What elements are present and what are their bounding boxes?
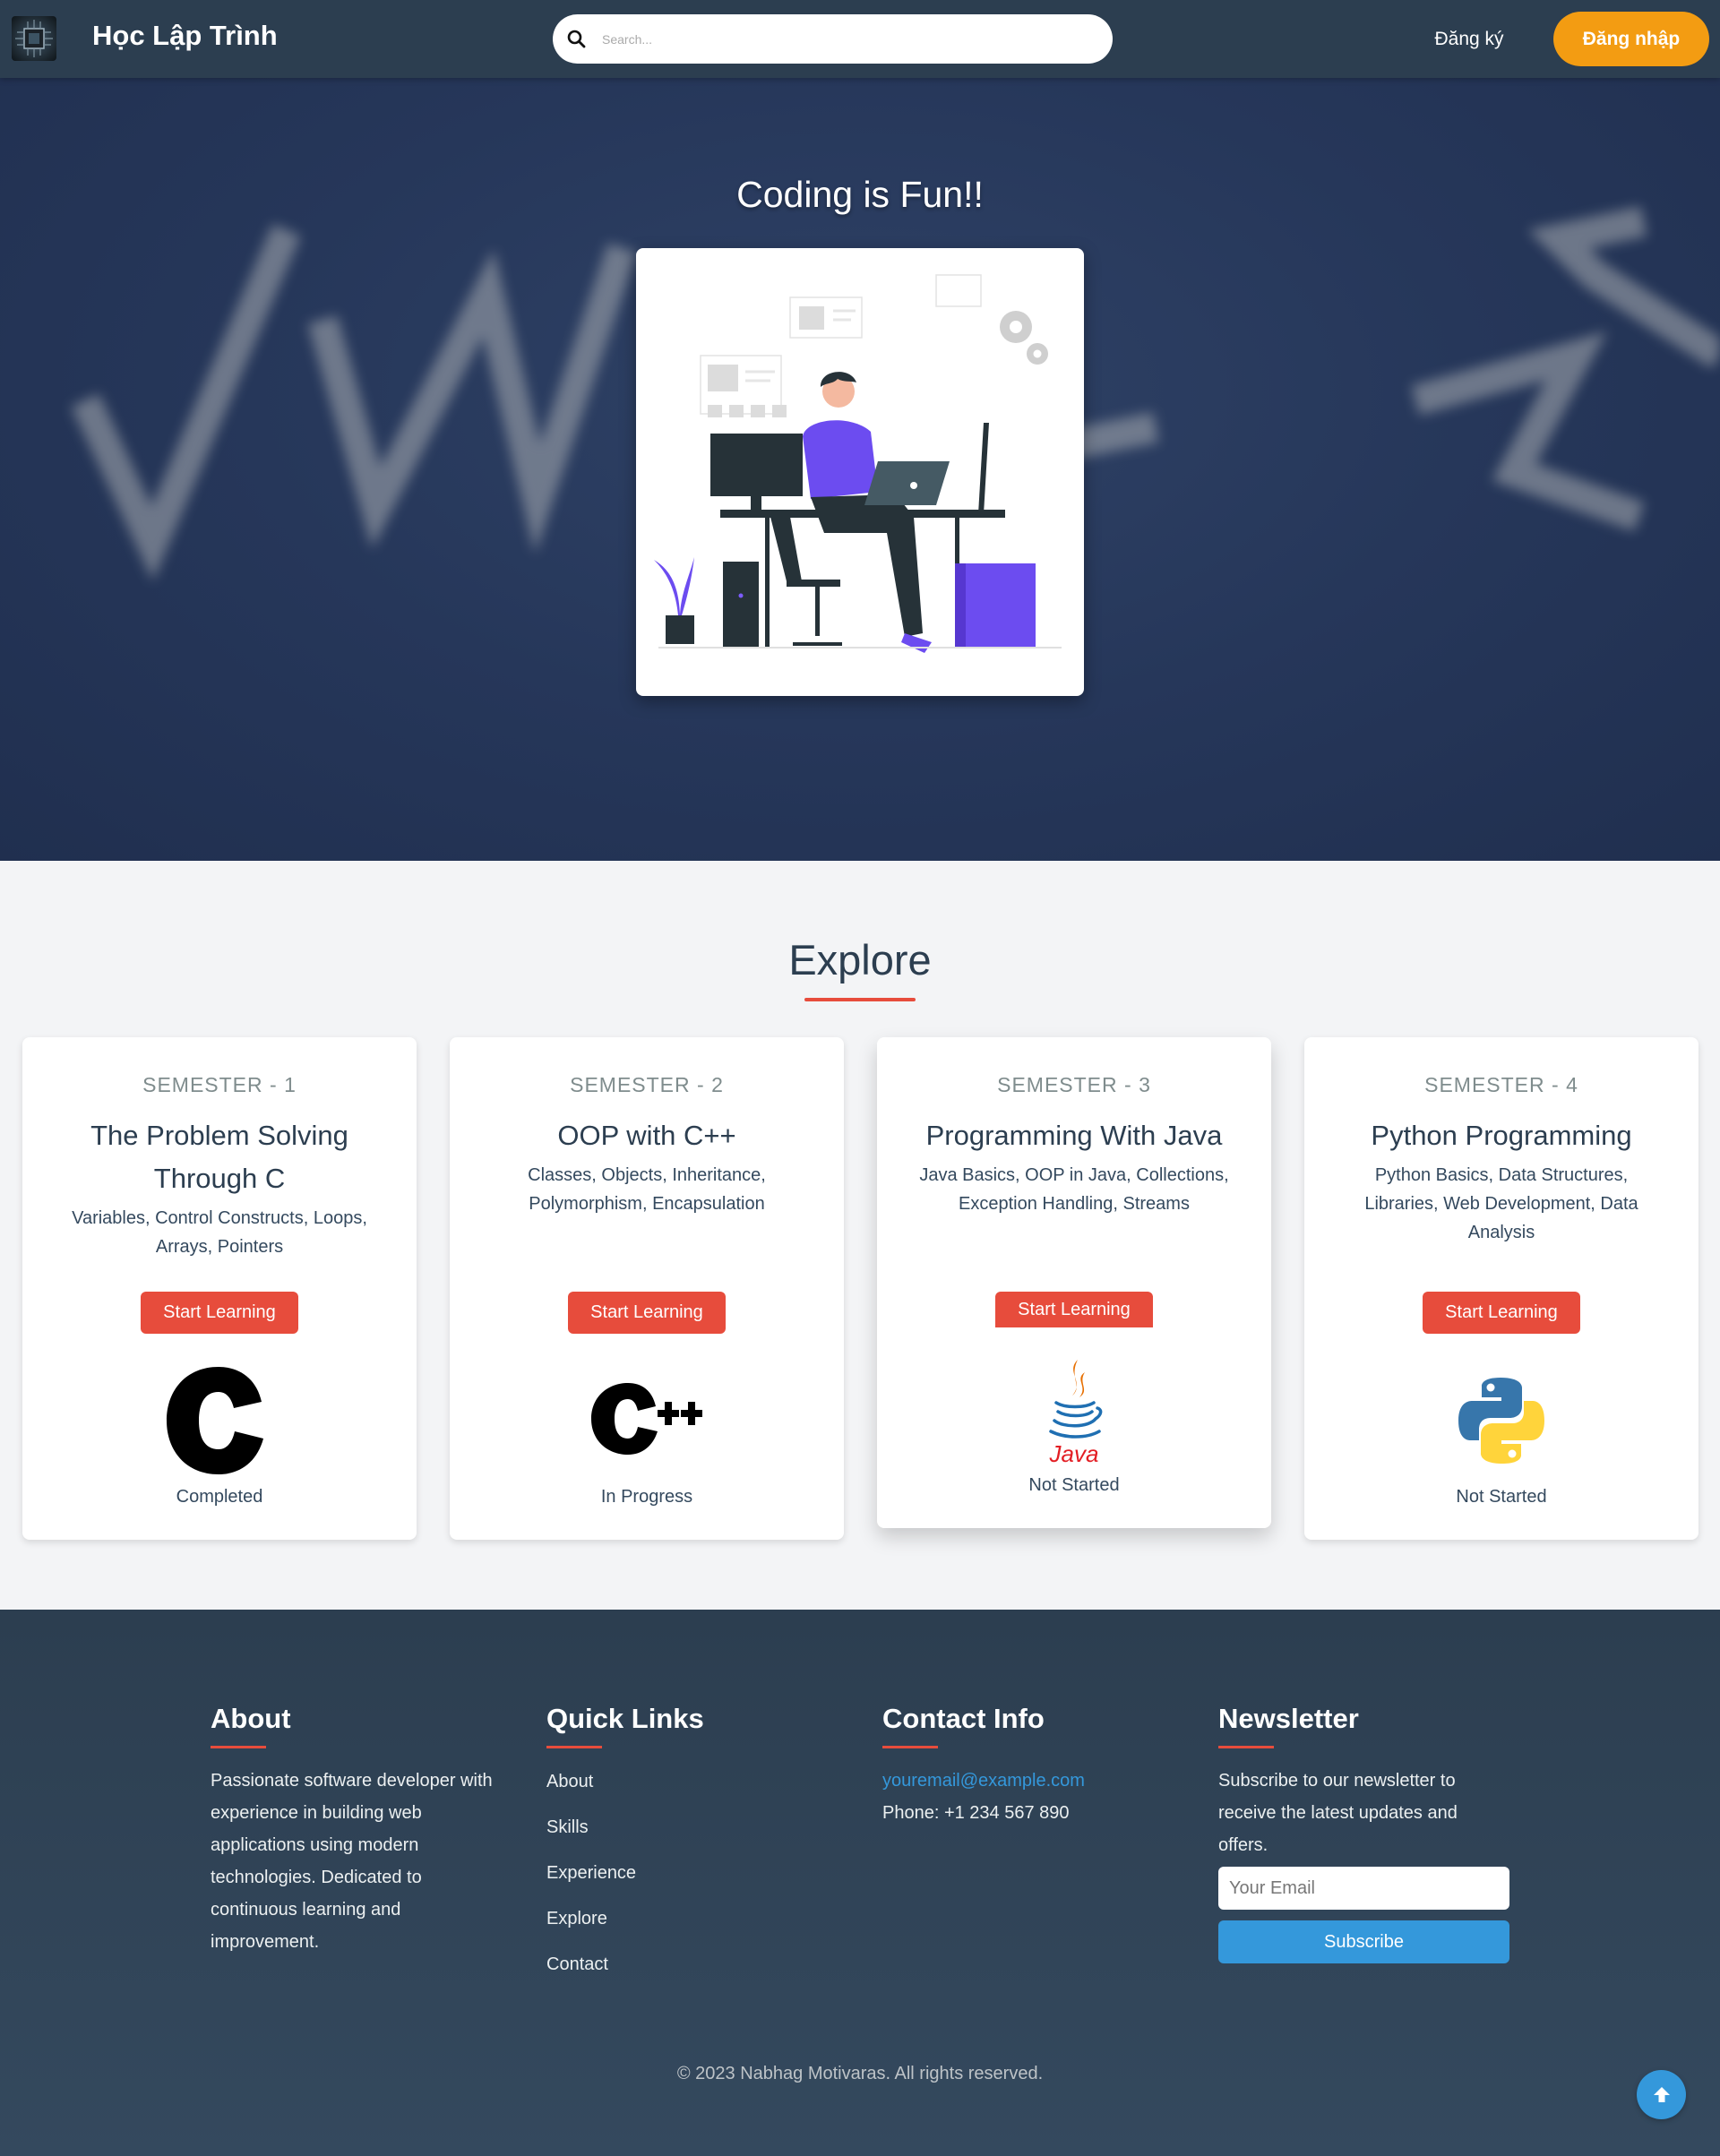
card-description: Java Basics, OOP in Java, Collections, E…: [919, 1165, 1229, 1214]
card-semester: SEMESTER - 1: [142, 1073, 297, 1096]
footer-about-text: Passionate software developer with exper…: [211, 1771, 493, 1952]
card-title: The Problem Solving Through C: [90, 1120, 348, 1194]
register-button[interactable]: Đăng ký: [1424, 23, 1514, 56]
card-description: Classes, Objects, Inheritance, Polymorph…: [528, 1165, 766, 1214]
footer-newsletter: Newsletter Subscribe to our newsletter t…: [1218, 1703, 1514, 1963]
scroll-to-top-button[interactable]: [1637, 2070, 1686, 2119]
explore-section: Explore SEMESTER - 1 The Problem Solving…: [0, 861, 1720, 1610]
footer-contact: Contact Info youremail@example.com Phone…: [882, 1703, 1178, 1829]
footer-about-heading: About: [211, 1703, 291, 1734]
contact-email-link[interactable]: youremail@example.com: [882, 1771, 1085, 1791]
footer-link-skills[interactable]: Skills: [546, 1817, 589, 1837]
heading-underline: [1218, 1746, 1274, 1748]
card-description: Python Basics, Data Structures, Librarie…: [1364, 1165, 1638, 1242]
login-button[interactable]: Đăng nhập: [1553, 12, 1709, 66]
cpp-language-icon: [450, 1378, 844, 1458]
navbar: Học Lập Trình Đăng ký Đăng nhập: [0, 0, 1720, 78]
heading-underline: [211, 1746, 266, 1748]
start-learning-button[interactable]: Start Learning: [995, 1292, 1153, 1327]
start-learning-button[interactable]: Start Learning: [568, 1292, 726, 1334]
footer: About Passionate software developer with…: [0, 1610, 1720, 2156]
footer-about: About Passionate software developer with…: [211, 1703, 506, 1958]
heading-underline: [882, 1746, 938, 1748]
card-status: In Progress: [600, 1487, 693, 1507]
card-semester: SEMESTER - 3: [997, 1073, 1151, 1096]
hero-title: Coding is Fun!!: [736, 174, 984, 215]
heading-underline: [546, 1746, 602, 1748]
hero-section: Coding is Fun!!: [0, 78, 1720, 861]
card-description: Variables, Control Constructs, Loops, Ar…: [72, 1208, 367, 1257]
explore-title: Explore: [788, 936, 932, 984]
card-semester: SEMESTER - 4: [1424, 1073, 1578, 1096]
newsletter-text: Subscribe to our newsletter to receive t…: [1218, 1771, 1458, 1855]
java-icon: Java: [877, 1356, 1271, 1468]
search-bar[interactable]: [553, 14, 1113, 64]
card-title: Programming With Java: [925, 1120, 1223, 1151]
card-title: OOP with C++: [557, 1120, 736, 1151]
start-learning-button[interactable]: Start Learning: [1423, 1292, 1580, 1334]
newsletter-email-input[interactable]: [1218, 1867, 1509, 1910]
footer-quick-links: Quick Links About Skills Experience Expl…: [546, 1703, 842, 1988]
card-status: Completed: [176, 1487, 263, 1507]
arrow-up-icon: [1653, 2086, 1670, 2102]
footer-link-contact[interactable]: Contact: [546, 1954, 608, 1974]
python-icon: [1304, 1376, 1698, 1465]
footer-quick-links-heading: Quick Links: [546, 1703, 704, 1734]
course-card-cpp: SEMESTER - 2 OOP with C++ Classes, Objec…: [450, 1037, 844, 1540]
contact-phone: Phone: +1 234 567 890: [882, 1803, 1070, 1823]
card-status: Not Started: [1456, 1487, 1547, 1507]
copyright: © 2023 Nabhag Motivaras. All rights rese…: [676, 2064, 1044, 2083]
java-logo-text: Java: [1049, 1440, 1099, 1467]
start-learning-button[interactable]: Start Learning: [141, 1292, 298, 1334]
search-icon[interactable]: [565, 28, 589, 51]
search-input[interactable]: [602, 25, 1086, 54]
footer-link-experience[interactable]: Experience: [546, 1863, 636, 1883]
course-card-python: SEMESTER - 4 Python Programming Python B…: [1304, 1037, 1698, 1540]
footer-link-explore[interactable]: Explore: [546, 1909, 607, 1928]
course-card-c: SEMESTER - 1 The Problem Solving Through…: [22, 1037, 417, 1540]
c-language-icon: [22, 1361, 417, 1478]
developer-at-desk-illustration: [636, 248, 1084, 696]
footer-contact-heading: Contact Info: [882, 1703, 1045, 1734]
card-semester: SEMESTER - 2: [570, 1073, 724, 1096]
circuit-chip-icon[interactable]: [12, 16, 56, 61]
subscribe-button[interactable]: Subscribe: [1218, 1920, 1509, 1963]
card-status: Not Started: [1028, 1475, 1120, 1495]
explore-title-underline: [804, 998, 916, 1001]
footer-newsletter-heading: Newsletter: [1218, 1703, 1359, 1734]
footer-link-about[interactable]: About: [546, 1772, 593, 1791]
card-title: Python Programming: [1371, 1120, 1632, 1151]
brand-title[interactable]: Học Lập Trình: [92, 20, 278, 52]
course-card-java: SEMESTER - 3 Programming With Java Java …: [877, 1037, 1271, 1528]
